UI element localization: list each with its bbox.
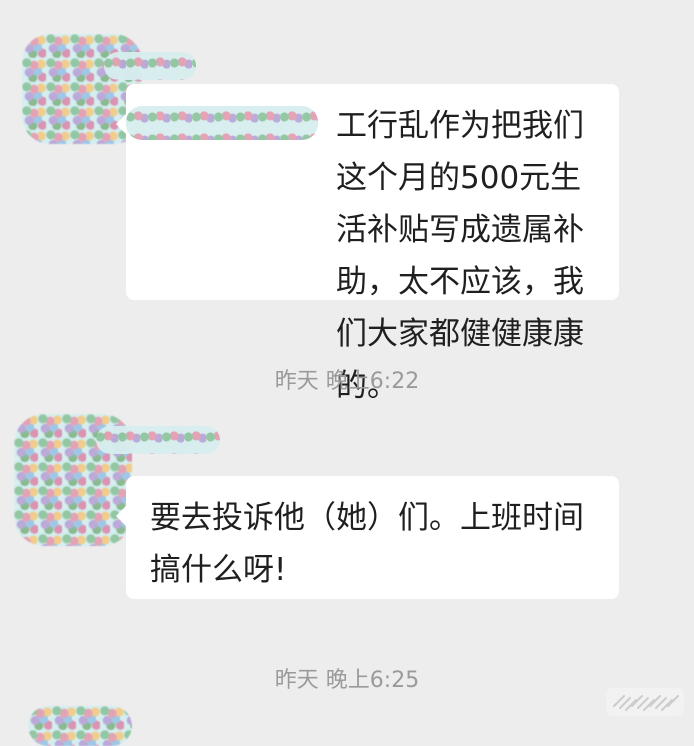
chat-view: 工行乱作为把我们这个月的500元生活补贴写成遗属补助，太不应该，我们大家都健健康… [0,0,694,746]
message-text-2: 要去投诉他（她）们。上班时间搞什么呀! [150,500,584,588]
sender-name-2 [96,426,220,454]
message-bubble-2[interactable]: 要去投诉他（她）们。上班时间搞什么呀! [116,476,619,599]
message-bubble-1[interactable]: 工行乱作为把我们这个月的500元生活补贴写成遗属补助，太不应该，我们大家都健健康… [116,84,619,404]
timestamp-2: 昨天 晚上6:25 [274,668,420,693]
timestamp-1: 昨天 晚上6:22 [274,369,420,394]
avatar-3[interactable] [28,706,132,746]
redacted-text-1 [126,106,318,140]
sender-name-1 [104,52,196,80]
watermark-icon [606,688,684,716]
